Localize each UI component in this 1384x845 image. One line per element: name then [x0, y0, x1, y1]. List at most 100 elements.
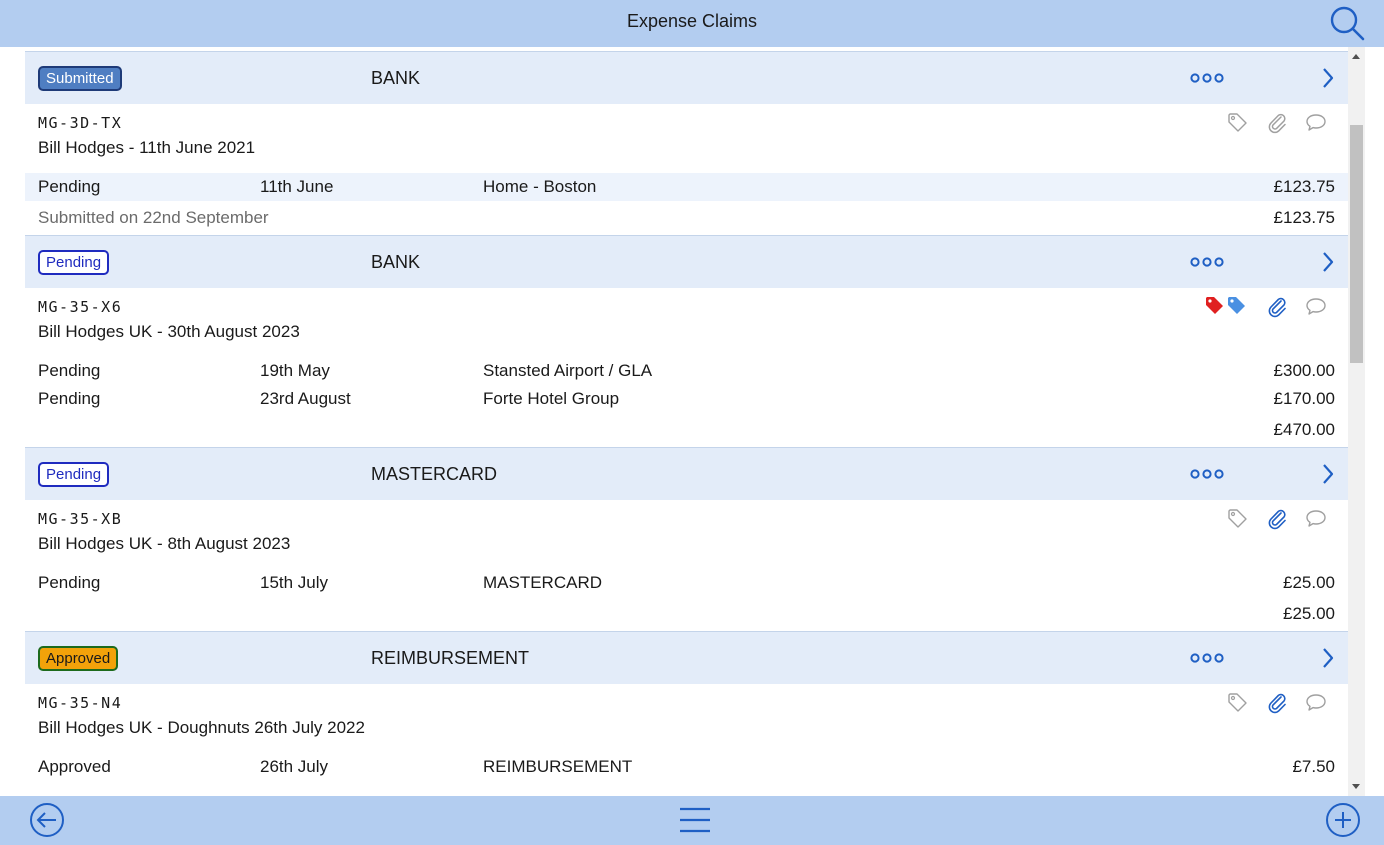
- claim-reference: MG-35-N4: [38, 694, 123, 712]
- claim-icons: [1205, 296, 1335, 318]
- claim-reference: MG-35-X6: [38, 298, 123, 316]
- paperclip-grey-icon[interactable]: [1267, 112, 1289, 134]
- chevron-right-icon[interactable]: [1321, 66, 1335, 90]
- line-description: Forte Hotel Group: [483, 389, 620, 408]
- paperclip-blue-icon[interactable]: [1267, 508, 1289, 530]
- more-options-icon[interactable]: [1190, 649, 1224, 667]
- claim-description: Bill Hodges UK - 30th August 2023: [38, 322, 300, 342]
- line-date: 11th June: [260, 177, 334, 196]
- hamburger-menu-icon[interactable]: [678, 802, 712, 838]
- claim-reference: MG-3D-TX: [38, 114, 123, 132]
- claim-card[interactable]: Submitted BANK MG-3D-TX Bill Hodges - 11th …: [25, 51, 1348, 235]
- line-date: 19th May: [260, 361, 330, 380]
- claim-total: £123.75: [1273, 208, 1335, 227]
- claim-description: Bill Hodges UK - Doughnuts 26th July 202…: [38, 718, 365, 738]
- scroll-up-arrow-icon[interactable]: [1352, 54, 1360, 59]
- tag-outline-icon[interactable]: [1227, 112, 1249, 134]
- status-badge: Pending: [38, 462, 110, 487]
- line-description: Home - Boston: [483, 177, 597, 196]
- more-options-icon[interactable]: [1190, 465, 1224, 483]
- tag-outline-icon[interactable]: [1227, 508, 1249, 530]
- line-amount: £123.75: [1273, 177, 1335, 196]
- scroll-down-arrow-icon[interactable]: [1352, 784, 1360, 789]
- line-description: Stansted Airport / GLA: [483, 361, 653, 380]
- claim-meta: MG-35-XB Bill Hodges UK - 8th August 2023: [25, 500, 1348, 569]
- claim-separator: -: [152, 534, 168, 553]
- comment-icon[interactable]: [1305, 692, 1327, 714]
- claim-separator: -: [152, 322, 168, 341]
- line-status: Pending: [38, 177, 101, 196]
- expense-line[interactable]: Pending 15th July MASTERCARD £25.00: [25, 569, 1348, 597]
- claim-icons: [1205, 112, 1335, 134]
- scrollbar-thumb[interactable]: [1350, 125, 1363, 363]
- claim-header[interactable]: Pending BANK: [25, 235, 1348, 288]
- status-badge: Pending: [38, 250, 110, 275]
- chevron-right-icon[interactable]: [1321, 250, 1335, 274]
- tag-blue-icon[interactable]: [1227, 296, 1247, 316]
- line-status: Pending: [38, 361, 101, 380]
- tag-red-icon[interactable]: [1205, 296, 1225, 316]
- status-badge: Approved: [38, 646, 119, 671]
- line-amount: £300.00: [1273, 361, 1335, 380]
- status-badge: Submitted: [38, 66, 122, 91]
- claim-owner: Bill Hodges UK: [38, 322, 153, 341]
- claim-card[interactable]: Approved REIMBURSEMENT MG-35-N4 Bill Hodges…: [25, 631, 1348, 781]
- claim-icons: [1205, 508, 1335, 530]
- line-date: 26th July: [260, 757, 329, 776]
- comment-icon[interactable]: [1305, 112, 1327, 134]
- top-bar: Expense Claims: [0, 0, 1384, 47]
- claim-meta: MG-3D-TX Bill Hodges - 11th June 2021: [25, 104, 1348, 173]
- claim-separator: -: [124, 138, 140, 157]
- paperclip-blue-icon[interactable]: [1267, 296, 1289, 318]
- claims-list: Submitted BANK MG-3D-TX Bill Hodges - 11th …: [25, 51, 1348, 781]
- page-title: Expense Claims: [626, 11, 758, 31]
- claim-total: £470.00: [1273, 420, 1335, 439]
- claim-title: 8th August 2023: [167, 534, 291, 553]
- line-date: 23rd August: [260, 389, 351, 408]
- claim-description: Bill Hodges - 11th June 2021: [38, 138, 255, 158]
- add-circle-icon[interactable]: [1325, 802, 1361, 838]
- chevron-right-icon[interactable]: [1321, 646, 1335, 670]
- bottom-bar: [0, 796, 1384, 845]
- back-arrow-icon[interactable]: [29, 802, 65, 838]
- claim-description: Bill Hodges UK - 8th August 2023: [38, 534, 290, 554]
- line-amount: £170.00: [1273, 389, 1335, 408]
- claim-card[interactable]: Pending MASTERCARD MG-35-XB Bill Hodges UK …: [25, 447, 1348, 631]
- paperclip-blue-icon[interactable]: [1267, 692, 1289, 714]
- line-status: Pending: [38, 389, 101, 408]
- claim-total-row: £25.00: [25, 597, 1348, 631]
- search-icon[interactable]: [1328, 4, 1366, 42]
- claim-type: BANK: [371, 252, 421, 272]
- expense-line[interactable]: Pending 23rd August Forte Hotel Group £170.…: [25, 385, 1348, 413]
- claims-list-viewport[interactable]: Submitted BANK MG-3D-TX Bill Hodges - 11th …: [0, 47, 1384, 796]
- comment-icon[interactable]: [1305, 508, 1327, 530]
- comment-icon[interactable]: [1305, 296, 1327, 318]
- expense-line[interactable]: Approved 26th July REIMBURSEMENT £7.50: [25, 753, 1348, 781]
- scrollbar[interactable]: [1348, 47, 1365, 796]
- line-amount: £25.00: [1283, 573, 1335, 592]
- claim-title: 30th August 2023: [167, 322, 300, 341]
- claim-header[interactable]: Pending MASTERCARD: [25, 447, 1348, 500]
- claim-header[interactable]: Approved REIMBURSEMENT: [25, 631, 1348, 684]
- line-status: Approved: [38, 757, 111, 776]
- more-options-icon[interactable]: [1190, 69, 1224, 87]
- claim-meta: MG-35-N4 Bill Hodges UK - Doughnuts 26th …: [25, 684, 1348, 753]
- claim-owner: Bill Hodges UK: [38, 718, 153, 737]
- claim-header[interactable]: Submitted BANK: [25, 51, 1348, 104]
- expense-line[interactable]: Pending 19th May Stansted Airport / GLA £30…: [25, 357, 1348, 385]
- submitted-note: Submitted on 22nd September: [38, 208, 269, 227]
- claim-type: MASTERCARD: [371, 464, 498, 484]
- line-description: REIMBURSEMENT: [483, 757, 633, 776]
- more-options-icon[interactable]: [1190, 253, 1224, 271]
- chevron-right-icon[interactable]: [1321, 462, 1335, 486]
- line-date: 15th July: [260, 573, 329, 592]
- claim-owner: Bill Hodges: [38, 138, 124, 157]
- expense-line[interactable]: Pending 11th June Home - Boston £123.75: [25, 173, 1348, 201]
- claim-reference: MG-35-XB: [38, 510, 123, 528]
- claim-card[interactable]: Pending BANK MG-35-X6 Bill Hodges UK - 30th…: [25, 235, 1348, 447]
- claim-separator: -: [152, 718, 168, 737]
- tag-outline-icon[interactable]: [1227, 692, 1249, 714]
- claim-icons: [1205, 692, 1335, 714]
- claim-title: 11th June 2021: [139, 138, 256, 157]
- line-status: Pending: [38, 573, 101, 592]
